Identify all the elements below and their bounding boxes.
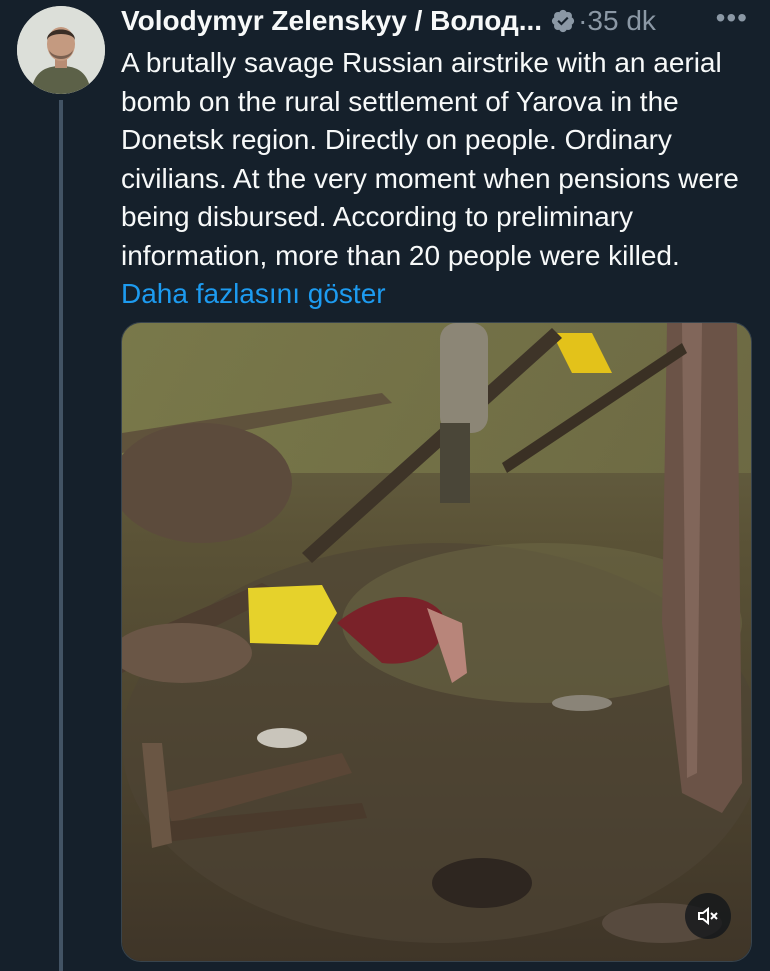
mute-button[interactable]	[685, 893, 731, 939]
thread-line	[59, 100, 63, 971]
muted-speaker-icon	[698, 906, 718, 926]
tweet-text: A brutally savage Russian airstrike with…	[121, 44, 749, 314]
timestamp[interactable]: 35 dk	[587, 5, 656, 37]
tweet-text-body: A brutally savage Russian airstrike with…	[121, 47, 739, 271]
author-name[interactable]: Volodymyr Zelenskyy / Волод...	[121, 5, 542, 37]
tweet-video[interactable]	[121, 322, 752, 962]
avatar[interactable]	[17, 6, 105, 94]
video-frame	[122, 323, 751, 961]
verified-badge-icon	[550, 8, 576, 34]
avatar-image	[17, 6, 105, 94]
tweet-header: Volodymyr Zelenskyy / Волод... · 35 dk	[121, 4, 761, 38]
show-more-link[interactable]: Daha fazlasını göster	[121, 278, 386, 309]
more-options-icon[interactable]: •••	[716, 2, 748, 34]
header-separator: ·	[578, 5, 588, 36]
tweet[interactable]: Volodymyr Zelenskyy / Волод... · 35 dk •…	[0, 0, 770, 971]
